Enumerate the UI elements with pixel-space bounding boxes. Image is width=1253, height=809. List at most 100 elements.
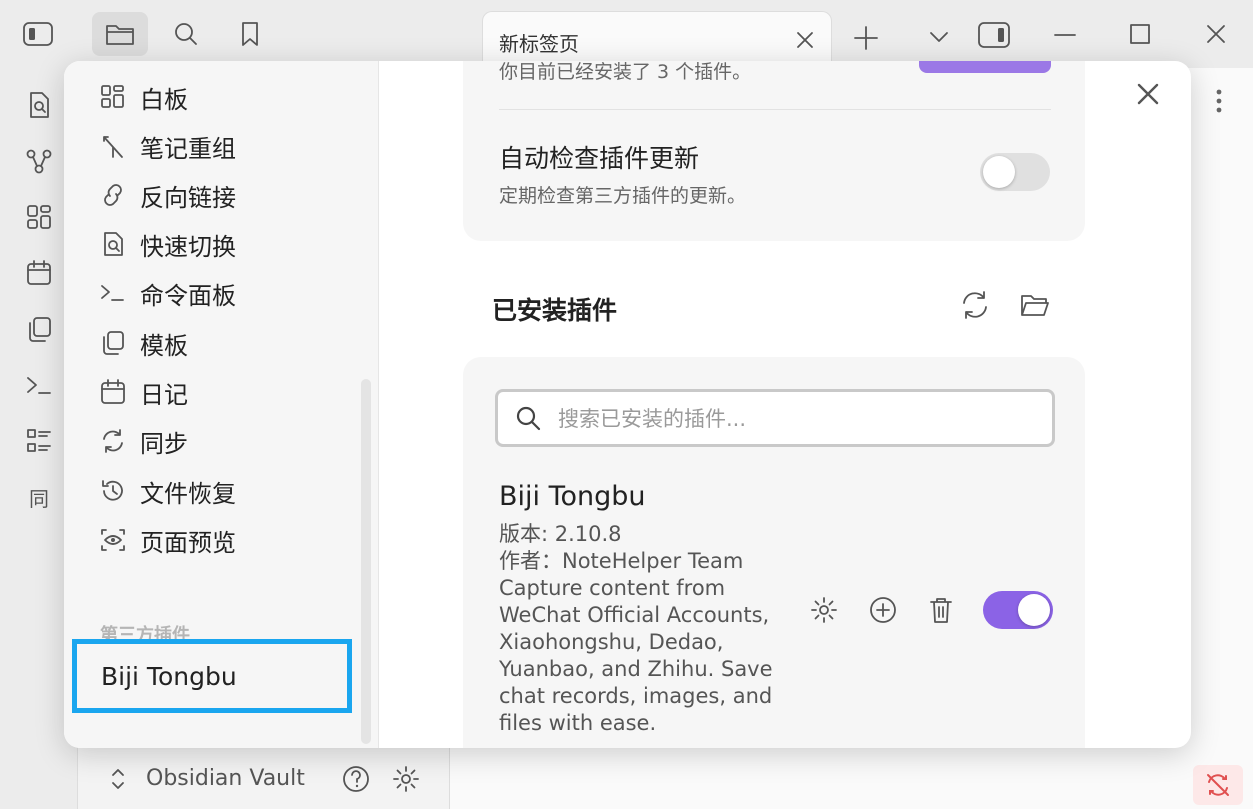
nav-item-daily-notes[interactable]: 日记 — [100, 372, 188, 412]
title-bar: 新标签页 — [0, 0, 1253, 69]
plugin-hotkeys-plus-icon[interactable] — [867, 594, 899, 626]
nav-item-quick-switcher[interactable]: 快速切换 — [100, 224, 236, 264]
plugin-description-line: Xiaohongshu, Dedao, — [499, 630, 724, 654]
plugin-version: 版本: 2.10.8 — [499, 522, 622, 546]
list-ribbon-button[interactable] — [24, 426, 54, 456]
auto-check-toggle[interactable] — [980, 153, 1050, 191]
nav-item-biji-tongbu[interactable]: Biji Tongbu — [72, 639, 352, 713]
close-window-icon[interactable] — [1204, 22, 1228, 46]
nav-item-sync[interactable]: 同步 — [100, 421, 188, 461]
auto-check-setting-name: 自动检查插件更新 — [499, 144, 700, 173]
sync-ribbon-button[interactable]: 同 — [24, 482, 54, 512]
nav-item-backlinks[interactable]: 反向链接 — [100, 175, 236, 215]
reload-icon[interactable] — [959, 289, 991, 321]
nav-item-label: 笔记重组 — [140, 134, 236, 163]
search-button[interactable] — [158, 12, 214, 56]
toggle-sidebar-button[interactable] — [10, 12, 66, 56]
right-sidebar-toggle-icon[interactable] — [977, 20, 1011, 50]
plugin-description-line: Capture content from — [499, 576, 726, 600]
terminal-icon — [27, 377, 51, 394]
sync-error-icon — [1207, 774, 1229, 796]
vault-name: Obsidian Vault — [146, 766, 305, 791]
file-search-icon — [30, 92, 49, 118]
nav-item-label: 模板 — [140, 331, 188, 360]
help-icon[interactable] — [341, 764, 371, 794]
nav-item-label: 文件恢复 — [140, 479, 236, 508]
bookmarks-button[interactable] — [222, 12, 278, 56]
quick-switch-ribbon-button[interactable] — [24, 90, 54, 120]
chevron-down-icon[interactable] — [926, 24, 952, 50]
trash-icon[interactable] — [927, 595, 955, 625]
tab-title: 新标签页 — [499, 32, 579, 56]
nav-item-file-recovery[interactable]: 文件恢复 — [100, 471, 236, 511]
sidebar-scrollbar[interactable] — [361, 379, 371, 744]
nav-item-label: 命令面板 — [140, 281, 236, 310]
installed-plugins-title: 已安装插件 — [492, 296, 618, 325]
history-icon — [102, 480, 123, 501]
new-tab-icon[interactable] — [852, 24, 880, 52]
close-icon[interactable] — [1135, 81, 1161, 107]
settings-sidebar: 白板 笔记重组 反向链接 快速切换 命令面板 模板 日记 同步 文件恢复 页面预… — [64, 61, 379, 748]
installed-count-text: 你目前已经安装了 3 个插件。 — [499, 61, 752, 83]
nav-item-page-preview[interactable]: 页面预览 — [100, 520, 236, 560]
plugin-description-line: files with ease. — [499, 711, 657, 735]
sidebar-toggle-icon — [23, 22, 53, 46]
nav-item-canvas[interactable]: 白板 — [100, 77, 188, 117]
bookmark-icon — [242, 22, 258, 46]
nav-item-label: 快速切换 — [140, 232, 236, 261]
search-placeholder: 搜索已安装的插件... — [558, 407, 747, 431]
preview-icon — [101, 529, 125, 551]
nav-item-label: 白板 — [140, 85, 188, 114]
nav-item-templates[interactable]: 模板 — [100, 323, 188, 363]
graph-view-button[interactable] — [24, 146, 54, 176]
nav-item-label: 同步 — [140, 429, 188, 458]
settings-content: 你目前已经安装了 3 个插件。 自动检查插件更新 定期检查第三方插件的更新。 已… — [379, 61, 1191, 748]
nav-item-label: 反向链接 — [140, 183, 236, 212]
minimize-icon[interactable] — [1052, 24, 1078, 46]
plugin-search-input[interactable]: 搜索已安装的插件... — [495, 389, 1055, 447]
plugin-settings-gear-icon[interactable] — [809, 595, 839, 625]
nav-item-command-palette[interactable]: 命令面板 — [100, 273, 236, 313]
search-icon — [175, 23, 197, 45]
divider — [499, 109, 1051, 110]
list-icon — [27, 429, 51, 452]
template-icon — [103, 331, 124, 355]
nav-item-note-composer[interactable]: 笔记重组 — [100, 126, 236, 166]
canvas-icon — [101, 85, 124, 108]
browse-plugins-button[interactable] — [919, 61, 1051, 73]
nav-item-label: 页面预览 — [140, 528, 236, 557]
maximize-icon[interactable] — [1128, 22, 1152, 46]
vault-switcher[interactable]: Obsidian Vault — [78, 748, 450, 809]
settings-gear-icon[interactable] — [391, 764, 421, 794]
terminal-icon — [101, 285, 124, 301]
sync-ribbon-label: 同 — [29, 486, 49, 511]
plugin-enable-toggle[interactable] — [983, 591, 1053, 629]
command-palette-ribbon-button[interactable] — [24, 370, 54, 400]
folder-icon — [106, 25, 134, 45]
auto-check-setting-desc: 定期检查第三方插件的更新。 — [499, 185, 747, 207]
nav-item-label: Biji Tongbu — [101, 661, 237, 691]
graph-icon — [26, 149, 52, 174]
more-options-icon[interactable] — [1215, 88, 1223, 114]
plugin-description-line: chat records, images, and — [499, 684, 773, 708]
close-tab-icon[interactable] — [793, 28, 817, 52]
sync-icon — [103, 429, 123, 453]
canvas-ribbon-button[interactable] — [24, 202, 54, 232]
calendar-icon — [27, 260, 51, 285]
templates-ribbon-button[interactable] — [24, 314, 54, 344]
nav-item-label: 日记 — [140, 380, 188, 409]
plugin-author: 作者：NoteHelper Team — [499, 549, 744, 573]
layout-grid-icon — [27, 205, 51, 229]
calendar-icon — [101, 379, 125, 404]
file-explorer-button[interactable] — [92, 12, 148, 56]
sync-status-badge[interactable] — [1193, 765, 1243, 805]
copy-icon — [29, 317, 51, 342]
daily-note-ribbon-button[interactable] — [24, 258, 54, 288]
plugin-description-line: Yuanbao, and Zhihu. Save — [499, 657, 773, 681]
plugin-name: Biji Tongbu — [499, 481, 646, 512]
open-folder-icon[interactable] — [1019, 289, 1051, 321]
chevron-up-down-icon — [112, 768, 124, 789]
search-icon — [516, 406, 541, 431]
plugin-description-line: WeChat Official Accounts, — [499, 603, 770, 627]
settings-modal: 白板 笔记重组 反向链接 快速切换 命令面板 模板 日记 同步 文件恢复 页面预… — [64, 61, 1191, 748]
